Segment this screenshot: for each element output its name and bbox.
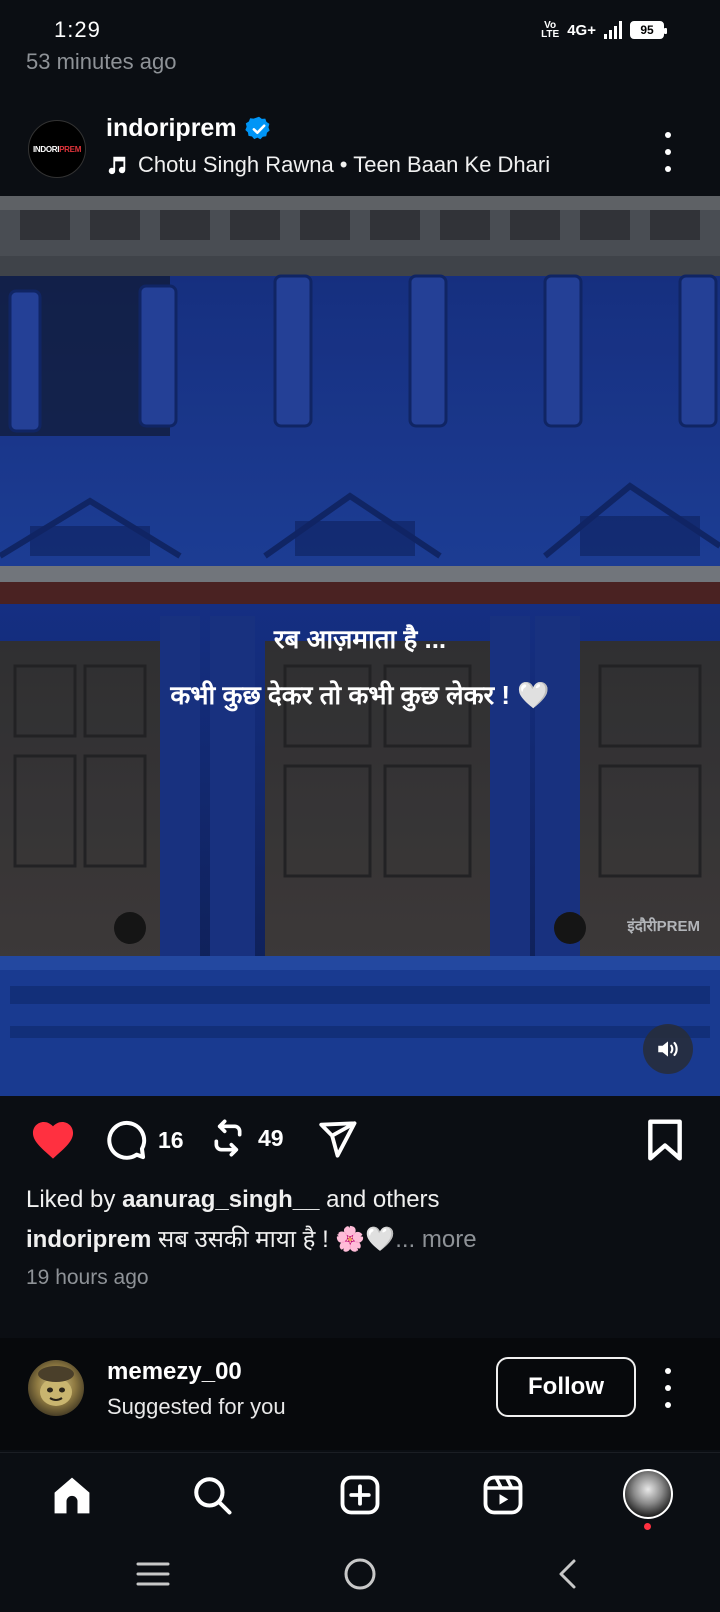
post-username[interactable]: indoriprem (106, 114, 237, 143)
back-chevron-icon (559, 1559, 576, 1589)
bottom-nav (0, 1452, 720, 1534)
post-header: INDORIPREM indoriprem Chotu Singh Rawna … (0, 110, 720, 196)
nav-search[interactable] (188, 1471, 236, 1519)
music-track: Chotu Singh Rawna • Teen Baan Ke Dhari (138, 152, 551, 177)
post-avatar[interactable]: INDORIPREM (28, 120, 86, 178)
comment-button[interactable]: 16 (104, 1118, 184, 1162)
nav-reels[interactable] (479, 1471, 527, 1519)
liked-by-user[interactable]: aanurag_singh__ (122, 1186, 319, 1213)
status-indicators: Vo LTE 4G+ 95 (541, 20, 667, 40)
bookmark-icon (648, 1119, 682, 1161)
system-nav-bar (0, 1534, 720, 1612)
heart-filled-icon (32, 1122, 74, 1159)
suggested-account: memezy_00 Suggested for you Follow (0, 1338, 720, 1450)
network-type: 4G+ (567, 21, 596, 39)
post-caption: indoriprem सब उसकी माया है ! 🌸🤍... more (26, 1222, 477, 1255)
circle-home-icon (344, 1558, 376, 1590)
comment-count: 16 (158, 1126, 184, 1153)
overlay-text-line2: कभी कुछ देकर तो कभी कुछ लेकर ! 🤍 (170, 680, 550, 710)
suggested-avatar[interactable] (28, 1360, 84, 1416)
suggested-subtitle: Suggested for you (107, 1394, 286, 1419)
home-system-button[interactable] (340, 1556, 380, 1592)
signal-icon (604, 21, 622, 39)
comment-icon (107, 1120, 147, 1160)
caption-username[interactable]: indoriprem (26, 1226, 151, 1253)
reels-icon (483, 1475, 523, 1515)
home-icon (54, 1477, 90, 1514)
notification-dot (644, 1523, 651, 1530)
music-note-icon (108, 156, 126, 175)
follow-button[interactable]: Follow (496, 1357, 636, 1417)
menu-icon (136, 1562, 170, 1586)
repost-button[interactable]: 49 (208, 1118, 284, 1158)
speaker-icon (658, 1041, 678, 1057)
battery-level: 95 (640, 23, 654, 37)
like-button[interactable] (30, 1118, 76, 1160)
caption-more-link[interactable]: ... more (395, 1226, 476, 1253)
post-time: 19 hours ago (26, 1266, 149, 1289)
post-media[interactable]: रब आज़माता है ... कभी कुछ देकर तो कभी कु… (0, 196, 720, 1096)
nav-home[interactable] (48, 1471, 96, 1519)
create-post-icon (340, 1475, 380, 1515)
suggestion-options-icon[interactable] (662, 1368, 674, 1408)
liked-by-text: Liked by aanurag_singh__ and others (26, 1186, 440, 1213)
suggested-username[interactable]: memezy_00 (107, 1358, 242, 1386)
back-button[interactable] (548, 1556, 588, 1592)
repost-count: 49 (258, 1124, 284, 1151)
repost-icon (214, 1119, 242, 1157)
username-row: indoriprem (106, 114, 273, 143)
verified-badge-icon (244, 116, 270, 139)
save-button[interactable] (646, 1118, 684, 1162)
nav-profile-avatar[interactable] (623, 1469, 673, 1519)
caption-text: सब उसकी माया है ! 🌸🤍 (151, 1226, 396, 1253)
audio-toggle-button[interactable] (643, 1024, 693, 1074)
post-options-icon[interactable] (662, 132, 674, 172)
previous-post-time: 53 minutes ago (26, 49, 177, 74)
status-time: 1:29 (54, 17, 101, 42)
nav-create[interactable] (336, 1471, 384, 1519)
overlay-text-line1: रब आज़माता है ... (273, 624, 447, 654)
share-button[interactable] (316, 1118, 358, 1160)
battery-icon: 95 (630, 21, 667, 39)
music-row[interactable]: Chotu Singh Rawna • Teen Baan Ke Dhari (106, 152, 550, 178)
volte-indicator: Vo LTE (541, 20, 560, 40)
watermark: इंदौरीPREM (627, 918, 700, 935)
send-icon (319, 1121, 357, 1158)
recent-apps-button[interactable] (133, 1556, 173, 1592)
avatar-logo-text: INDORIPREM (32, 144, 82, 154)
avatar-image (38, 1366, 74, 1406)
search-icon (194, 1477, 232, 1515)
post-actions: 16 49 (0, 1096, 720, 1184)
